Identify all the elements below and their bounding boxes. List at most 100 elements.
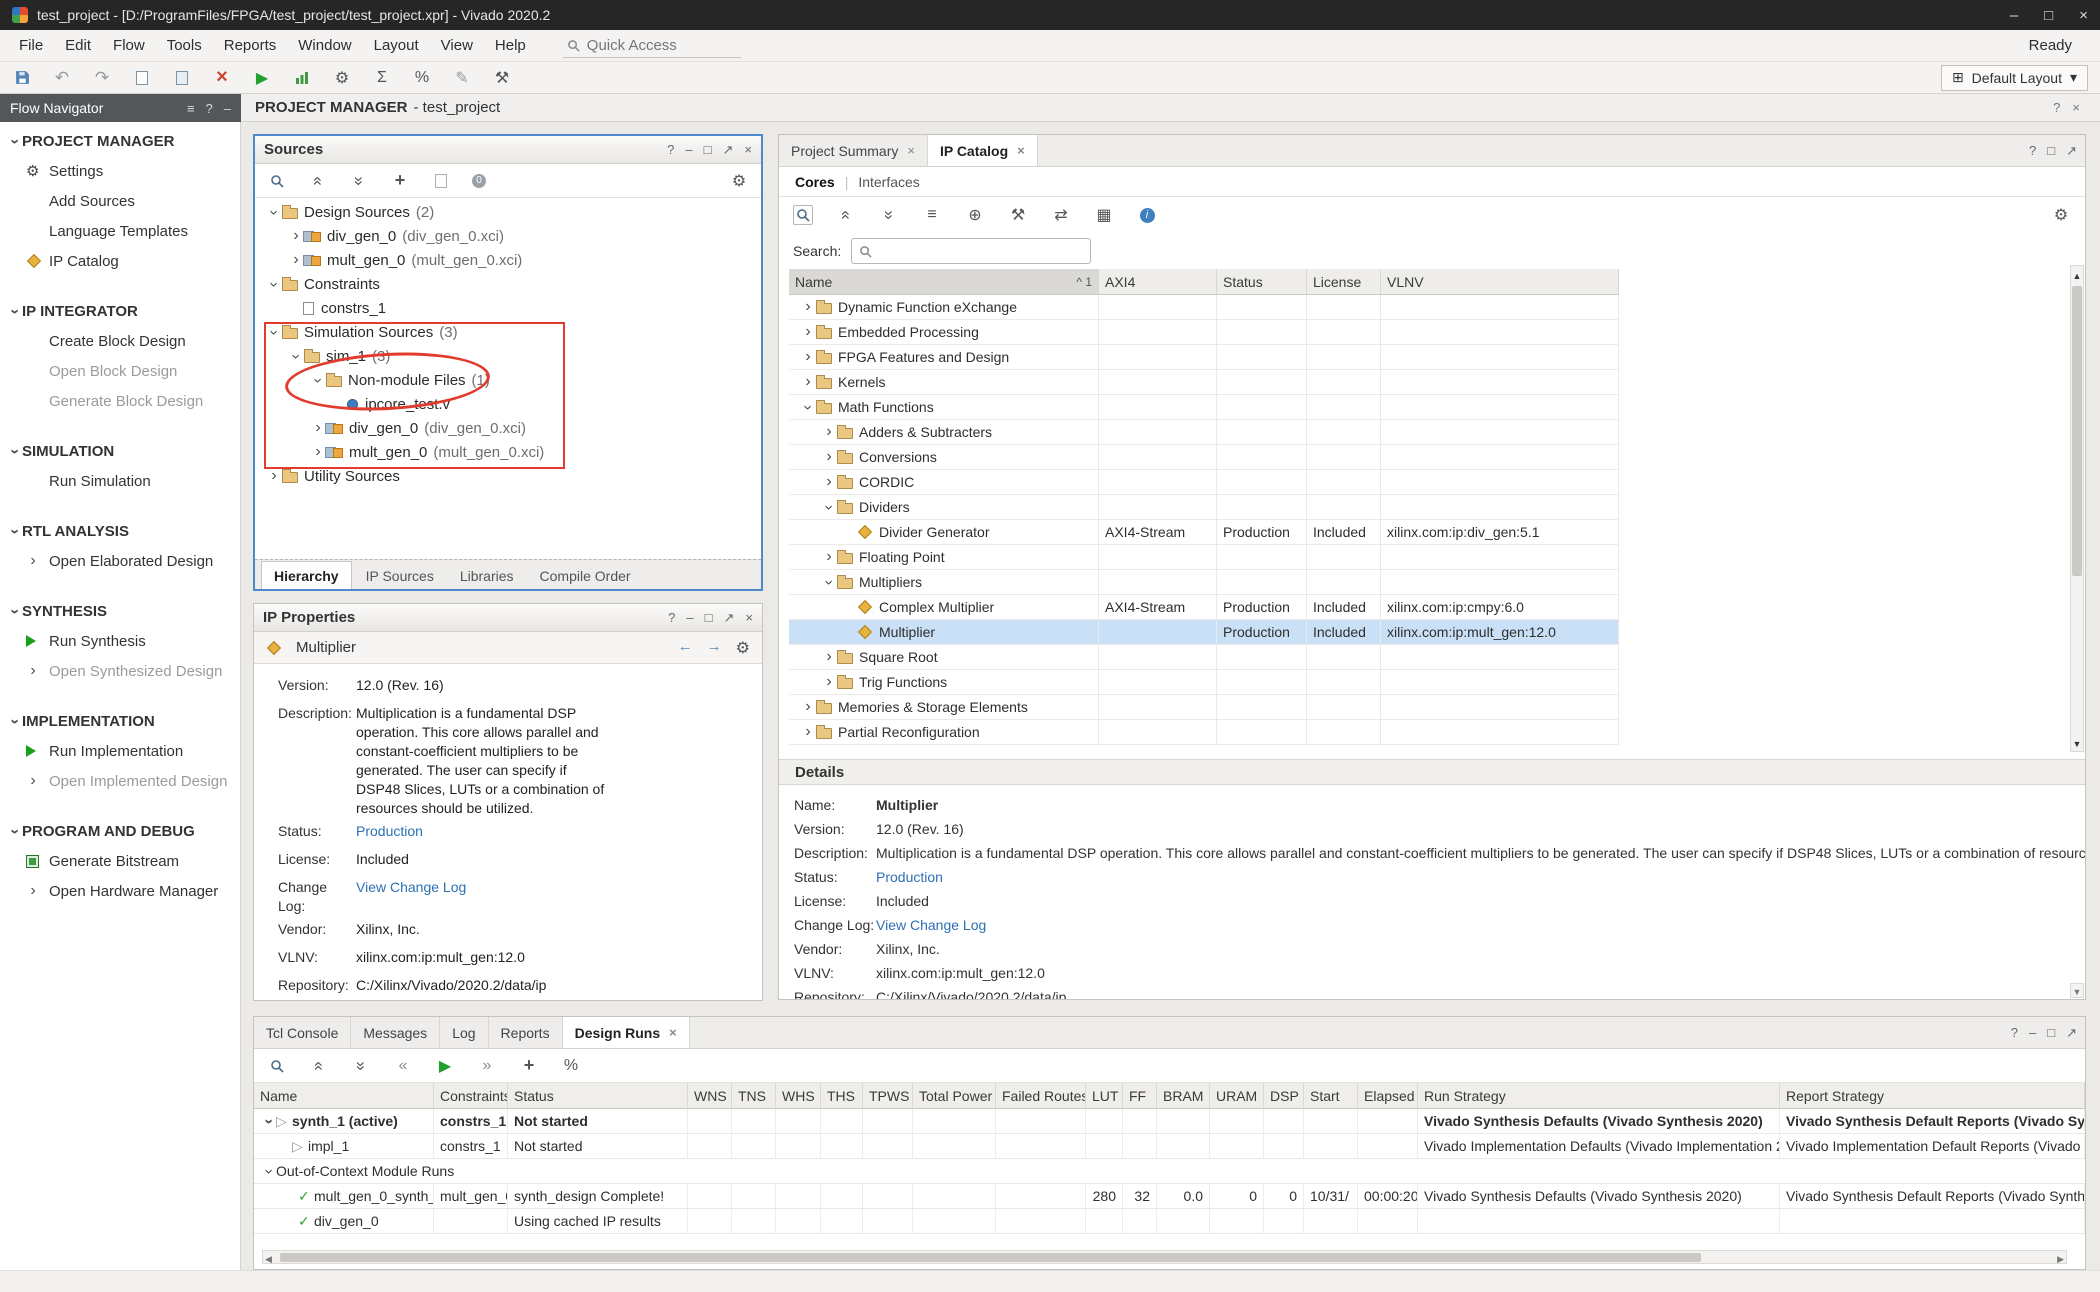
info-icon[interactable] bbox=[1137, 205, 1157, 225]
column-header[interactable]: WNS bbox=[688, 1083, 732, 1109]
section-ip-integrator[interactable]: IP INTEGRATOR bbox=[0, 296, 240, 326]
quick-access-input[interactable] bbox=[587, 37, 717, 54]
launch-runs-icon[interactable] bbox=[435, 1056, 455, 1076]
minimize-icon[interactable] bbox=[2029, 1025, 2036, 1040]
menu-view[interactable]: View bbox=[430, 37, 484, 54]
column-header[interactable]: Constraints bbox=[434, 1083, 508, 1109]
sidebar-item-open-synthesized-design[interactable]: Open Synthesized Design bbox=[0, 656, 240, 686]
catalog-row[interactable]: CORDIC bbox=[789, 470, 1619, 495]
quick-access-search[interactable] bbox=[563, 34, 741, 58]
add-sources-icon[interactable] bbox=[390, 171, 410, 191]
window-minimize-button[interactable] bbox=[2010, 7, 2018, 24]
flow-navigator-menu-icon[interactable] bbox=[187, 101, 195, 116]
column-header[interactable]: Start bbox=[1304, 1083, 1358, 1109]
close-icon[interactable] bbox=[745, 610, 753, 626]
layout-selector[interactable]: Default Layout bbox=[1941, 65, 2088, 91]
sidebar-item-language-templates[interactable]: Language Templates bbox=[0, 216, 240, 246]
document-icon[interactable] bbox=[132, 68, 152, 88]
column-header[interactable]: URAM bbox=[1210, 1083, 1264, 1109]
window-maximize-button[interactable] bbox=[2044, 7, 2053, 24]
tree-item-sim-div-gen-0[interactable]: div_gen_0(div_gen_0.xci) bbox=[255, 416, 761, 440]
float-icon[interactable] bbox=[2066, 1025, 2077, 1041]
collapse-all-icon[interactable] bbox=[309, 1056, 329, 1076]
catalog-row[interactable]: FPGA Features and Design bbox=[789, 345, 1619, 370]
back-icon[interactable] bbox=[678, 638, 693, 658]
details-scroll-down-icon[interactable] bbox=[2070, 983, 2084, 998]
catalog-row[interactable]: Floating Point bbox=[789, 545, 1619, 570]
expand-all-icon[interactable] bbox=[879, 205, 899, 225]
catalog-row[interactable]: Math Functions bbox=[789, 395, 1619, 420]
create-run-icon[interactable] bbox=[519, 1056, 539, 1076]
tree-item-ipcore-test-v[interactable]: ipcore_test.v bbox=[255, 392, 761, 416]
close-icon[interactable] bbox=[669, 1025, 677, 1040]
catalog-row[interactable]: Adders & Subtracters bbox=[789, 420, 1619, 445]
section-simulation[interactable]: SIMULATION bbox=[0, 436, 240, 466]
subtab-interfaces[interactable]: Interfaces bbox=[858, 174, 919, 190]
section-implementation[interactable]: IMPLEMENTATION bbox=[0, 706, 240, 736]
tree-item-constraints[interactable]: Constraints bbox=[255, 272, 761, 296]
maximize-icon[interactable] bbox=[2047, 1025, 2055, 1040]
sidebar-item-open-hardware-manager[interactable]: Open Hardware Manager bbox=[0, 876, 240, 906]
metrics-icon[interactable] bbox=[412, 68, 432, 88]
catalog-scrollbar[interactable] bbox=[2070, 265, 2084, 752]
catalog-row[interactable]: Dividers bbox=[789, 495, 1619, 520]
column-header[interactable]: BRAM bbox=[1157, 1083, 1210, 1109]
tab-libraries[interactable]: Libraries bbox=[448, 563, 526, 589]
sidebar-item-generate-block-design[interactable]: Generate Block Design bbox=[0, 386, 240, 416]
catalog-search-box[interactable] bbox=[851, 238, 1091, 264]
delete-icon[interactable] bbox=[212, 68, 232, 88]
sidebar-item-open-block-design[interactable]: Open Block Design bbox=[0, 356, 240, 386]
help-icon[interactable] bbox=[2053, 100, 2060, 115]
hierarchy-view-icon[interactable] bbox=[922, 205, 942, 225]
edit-icon[interactable] bbox=[452, 68, 472, 88]
sidebar-item-ip-catalog[interactable]: IP Catalog bbox=[0, 246, 240, 276]
column-header-status[interactable]: Status bbox=[1217, 269, 1307, 295]
sidebar-item-add-sources[interactable]: Add Sources bbox=[0, 186, 240, 216]
section-program-and-debug[interactable]: PROGRAM AND DEBUG bbox=[0, 816, 240, 846]
catalog-search-input[interactable] bbox=[878, 243, 1068, 259]
design-run-row-synth-1[interactable]: synth_1 (active) constrs_1 Not started V… bbox=[254, 1109, 2085, 1134]
sidebar-item-run-simulation[interactable]: Run Simulation bbox=[0, 466, 240, 496]
scroll-left-icon[interactable] bbox=[265, 1249, 272, 1266]
change-log-link[interactable]: View Change Log bbox=[356, 878, 466, 897]
collapse-panel-icon[interactable] bbox=[224, 101, 231, 116]
tab-messages[interactable]: Messages bbox=[351, 1017, 440, 1048]
customize-ip-icon[interactable] bbox=[1008, 205, 1028, 225]
column-header[interactable]: THS bbox=[821, 1083, 863, 1109]
catalog-row-multiplier-selected[interactable]: MultiplierProductionIncludedxilinx.com:i… bbox=[789, 620, 1619, 645]
step-runs-icon[interactable] bbox=[477, 1056, 497, 1076]
column-header[interactable]: TPWS bbox=[863, 1083, 913, 1109]
subtab-cores[interactable]: Cores bbox=[795, 174, 835, 190]
tab-project-summary[interactable]: Project Summary bbox=[779, 135, 928, 166]
close-icon[interactable] bbox=[1017, 143, 1025, 158]
design-run-group-ooc[interactable]: Out-of-Context Module Runs bbox=[254, 1159, 2085, 1184]
catalog-row-divider-generator[interactable]: Divider GeneratorAXI4-StreamProductionIn… bbox=[789, 520, 1619, 545]
sidebar-item-run-synthesis[interactable]: Run Synthesis bbox=[0, 626, 240, 656]
minimize-icon[interactable] bbox=[685, 142, 692, 158]
add-repository-icon[interactable] bbox=[965, 205, 985, 225]
scroll-up-icon[interactable] bbox=[2073, 266, 2082, 283]
catalog-row[interactable]: Dynamic Function eXchange bbox=[789, 295, 1619, 320]
scrollbar-thumb[interactable] bbox=[280, 1253, 1701, 1262]
close-icon[interactable] bbox=[907, 143, 915, 158]
help-icon[interactable] bbox=[667, 142, 674, 158]
maximize-icon[interactable] bbox=[705, 610, 713, 626]
column-header-vlnv[interactable]: VLNV bbox=[1381, 269, 1619, 295]
float-icon[interactable] bbox=[2066, 143, 2077, 159]
clipboard-icon[interactable] bbox=[172, 68, 192, 88]
float-icon[interactable] bbox=[723, 142, 734, 158]
sidebar-item-settings[interactable]: Settings bbox=[0, 156, 240, 186]
help-icon[interactable] bbox=[2011, 1025, 2018, 1040]
tree-item-sim-1[interactable]: sim_1(3) bbox=[255, 344, 761, 368]
maximize-icon[interactable] bbox=[704, 142, 712, 158]
horizontal-scrollbar[interactable] bbox=[262, 1250, 2067, 1264]
debug-tools-icon[interactable] bbox=[492, 68, 512, 88]
column-header[interactable]: LUT bbox=[1086, 1083, 1123, 1109]
tab-reports[interactable]: Reports bbox=[489, 1017, 563, 1048]
redo-icon[interactable] bbox=[92, 68, 112, 88]
section-synthesis[interactable]: SYNTHESIS bbox=[0, 596, 240, 626]
reset-runs-icon[interactable] bbox=[393, 1056, 413, 1076]
column-header-license[interactable]: License bbox=[1307, 269, 1381, 295]
catalog-row[interactable]: Square Root bbox=[789, 645, 1619, 670]
settings-gear-icon[interactable] bbox=[729, 171, 749, 191]
